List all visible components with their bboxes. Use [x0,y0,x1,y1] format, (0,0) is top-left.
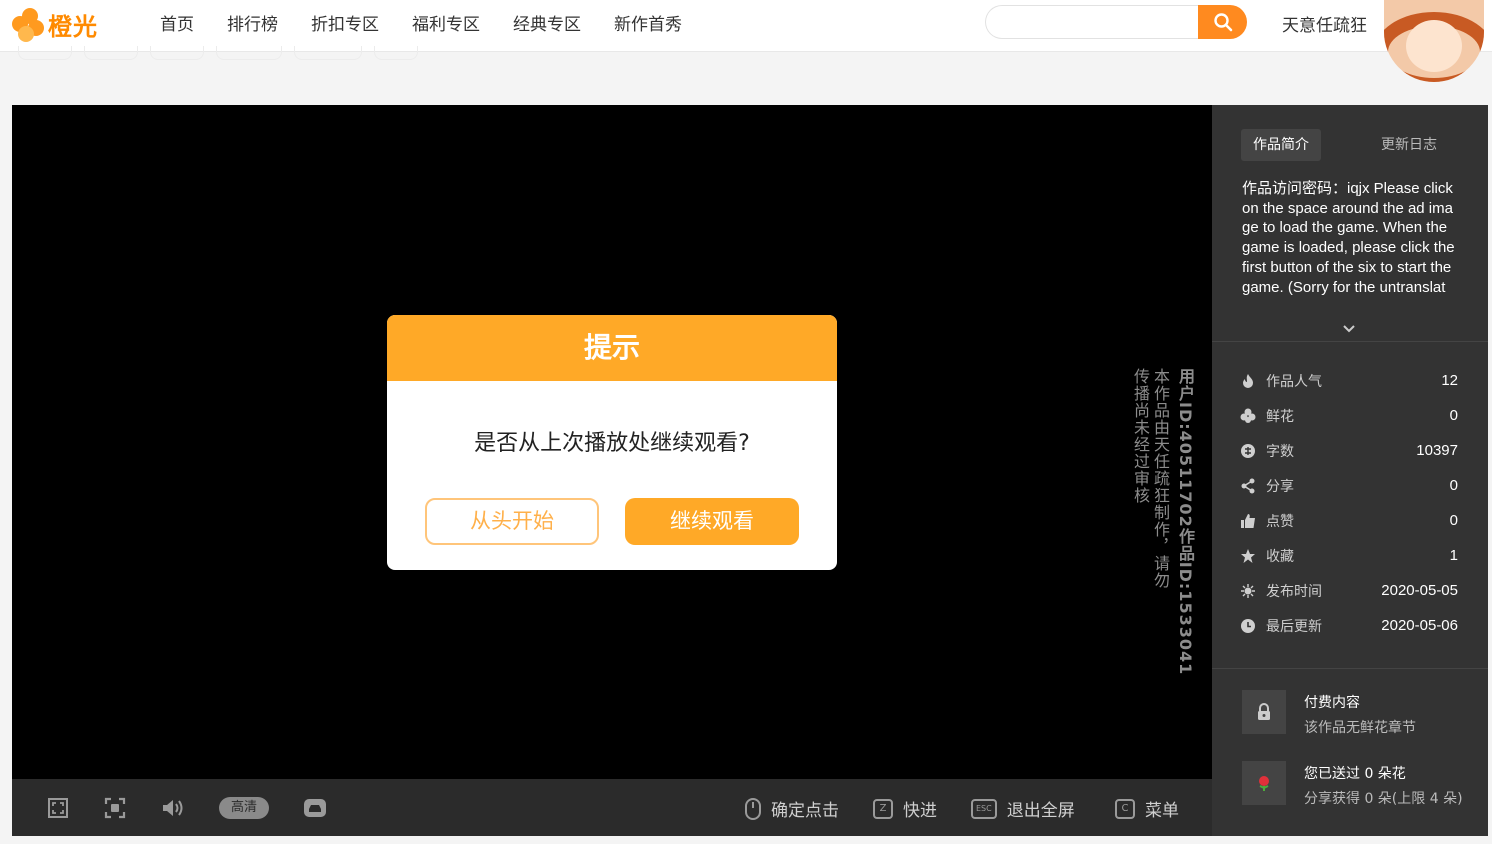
stat-flowers: 鲜花 0 [1240,398,1458,433]
divider [1212,668,1488,669]
tag-row [18,46,418,60]
stat-published: 发布时间 2020-05-05 [1240,573,1458,608]
hint-fast-forward-label: 快进 [903,801,937,821]
fullscreen-icon[interactable] [46,796,70,820]
star-icon [1240,548,1256,564]
hint-menu-label: 菜单 [1145,801,1179,821]
mouse-icon [745,797,761,820]
dialog-title: 提示 [387,315,837,381]
rose-icon [1242,761,1286,805]
quality-hd-toggle[interactable]: 高清 [219,797,269,819]
top-header: 橙光 首页 排行榜 折扣专区 福利专区 经典专区 新作首秀 天意任疏狂 退出 [0,0,1492,52]
clock-icon [1240,618,1256,634]
avatar[interactable] [1384,0,1484,82]
divider [1212,341,1488,342]
stat-updated: 最后更新 2020-05-06 [1240,608,1458,643]
panel-tabs: 作品简介 更新日志 [1241,129,1449,161]
lock-icon [1242,690,1286,734]
share-icon [1240,478,1256,494]
thumb-up-icon [1240,513,1256,529]
info-panel: 作品简介 更新日志 作品访问密码：iqjx Please click on th… [1212,105,1488,836]
flower-share-subtitle: 分享获得 0 朵(上限 4 朵) [1304,791,1463,807]
paid-title: 付费内容 [1304,695,1360,711]
flower-sent-title: 您已送过 0 朵花 [1304,766,1406,782]
tab-changelog[interactable]: 更新日志 [1369,129,1449,161]
stat-word-count: 字数 10397 [1240,433,1458,468]
logo-flower-icon [10,6,46,42]
continue-button[interactable]: 继续观看 [625,498,799,545]
dialog-message: 是否从上次播放处继续观看? [474,431,750,456]
flower-icon [1240,408,1256,424]
hint-click-label: 确定点击 [771,801,839,821]
search-box [985,5,1247,39]
publish-icon [1240,583,1256,599]
hint-click[interactable]: 确定点击 [745,796,839,821]
search-input[interactable] [985,5,1215,39]
key-z-icon: Z [873,798,893,819]
stat-favorites: 收藏 1 [1240,538,1458,573]
stats-list: 作品人气 12 鲜花 0 字数 10397 分享 0 点赞 0 收藏 1 发布时… [1240,363,1458,643]
site-logo[interactable]: 橙光 [10,6,98,42]
resume-dialog: 提示 是否从上次播放处继续观看? 从头开始 继续观看 [387,315,837,570]
hint-exit-fullscreen-label: 退出全屏 [1006,801,1075,821]
hint-menu[interactable]: C 菜单 [1115,796,1179,821]
intro-text: 作品访问密码：iqjx Please click on the space ar… [1242,180,1455,296]
stat-shares: 分享 0 [1240,468,1458,503]
paid-subtitle: 该作品无鲜花章节 [1304,720,1416,736]
logo-text: 橙光 [48,12,98,41]
nav-classic[interactable]: 经典专区 [513,10,581,35]
restart-button[interactable]: 从头开始 [425,498,599,545]
nav-new[interactable]: 新作首秀 [614,10,682,35]
tab-intro[interactable]: 作品简介 [1241,129,1321,161]
search-icon [1213,13,1232,32]
hint-fast-forward[interactable]: Z 快进 [873,796,937,821]
id-watermark: 用户ID:40511702作品ID:1533041 [1176,368,1195,676]
autoplay-icon[interactable] [303,796,327,820]
nav-welfare[interactable]: 福利专区 [412,10,480,35]
key-esc-icon: ESC [971,798,997,819]
volume-icon[interactable] [160,796,184,820]
stat-likes: 点赞 0 [1240,503,1458,538]
username-link[interactable]: 天意任疏狂 [1282,11,1367,36]
key-c-icon: C [1115,798,1135,819]
hint-exit-fullscreen[interactable]: ESC 退出全屏 [971,796,1075,821]
player-toolbar: 高清 确定点击 Z 快进 ESC 退出全屏 C 菜单 [12,779,1212,836]
nav-discount[interactable]: 折扣专区 [311,10,379,35]
nav-home[interactable]: 首页 [160,10,194,35]
main-nav: 首页 排行榜 折扣专区 福利专区 经典专区 新作首秀 [160,0,715,44]
stat-popularity: 作品人气 12 [1240,363,1458,398]
expand-chevron-down-icon[interactable] [1341,319,1357,333]
screenshot-icon[interactable] [103,796,127,820]
search-button[interactable] [1198,5,1247,39]
review-notice-watermark: 本作品由天任疏狂制作，请勿传播尚未经过审核 [1131,368,1170,589]
fire-icon [1240,373,1256,389]
text-count-icon [1240,443,1256,459]
nav-ranking[interactable]: 排行榜 [227,10,278,35]
